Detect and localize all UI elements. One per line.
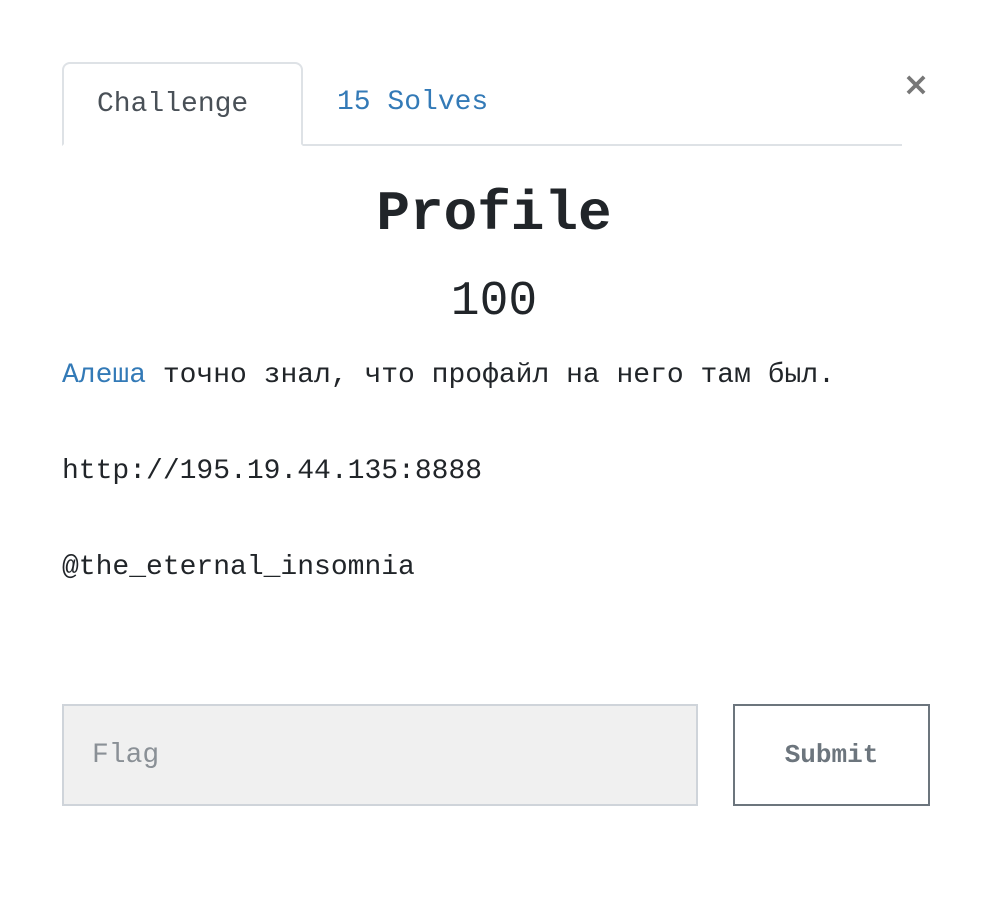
challenge-description: Алеша точно знал, что профайл на него та… bbox=[62, 352, 922, 592]
submit-button[interactable]: Submit bbox=[733, 704, 930, 806]
challenge-value: 100 bbox=[450, 275, 538, 329]
close-icon[interactable]: × bbox=[900, 66, 932, 102]
description-paragraph: Алеша точно знал, что профайл на него та… bbox=[62, 352, 922, 400]
challenge-name: Profile bbox=[376, 182, 612, 246]
author-link[interactable]: Алеша bbox=[62, 360, 146, 391]
challenge-url: http://195.19.44.135:8888 bbox=[62, 456, 483, 487]
tab-solves[interactable]: 15 Solves bbox=[304, 62, 521, 146]
challenge-tabs: Challenge 15 Solves bbox=[62, 62, 902, 146]
challenge-author: @the_eternal_insomnia bbox=[62, 552, 415, 583]
flag-input[interactable] bbox=[62, 704, 698, 806]
description-text: точно знал, что профайл на него там был. bbox=[146, 360, 835, 391]
challenge-modal: × Challenge 15 Solves Profile 100 Алеша … bbox=[0, 0, 988, 900]
tab-challenge[interactable]: Challenge bbox=[62, 62, 303, 146]
